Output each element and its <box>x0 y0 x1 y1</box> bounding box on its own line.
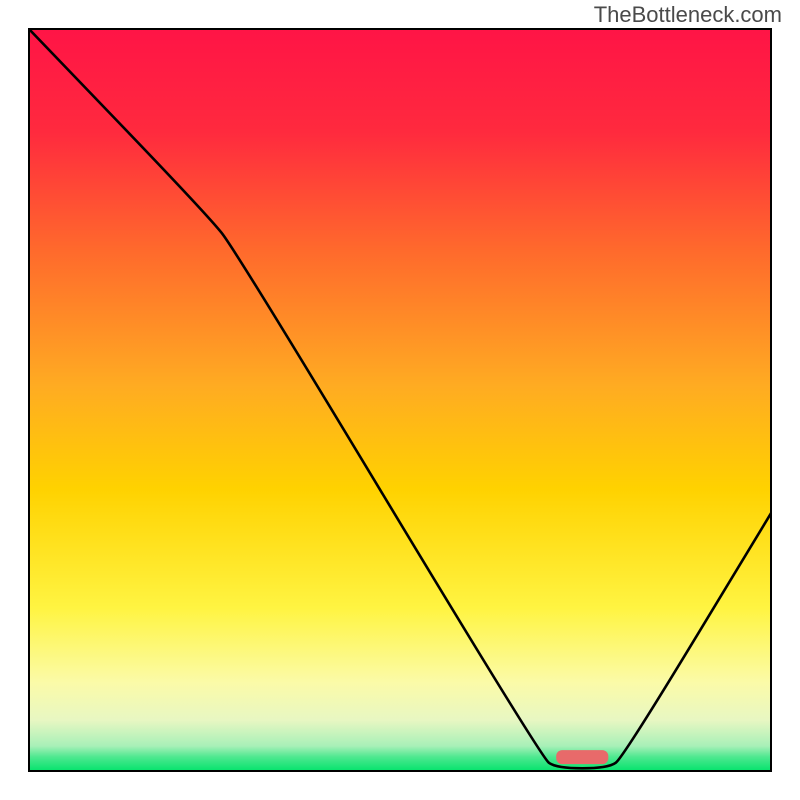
gradient-background <box>28 28 772 772</box>
chart-svg <box>28 28 772 772</box>
chart-plot-area <box>28 28 772 772</box>
watermark-text: TheBottleneck.com <box>594 2 782 28</box>
optimal-marker <box>556 750 608 764</box>
